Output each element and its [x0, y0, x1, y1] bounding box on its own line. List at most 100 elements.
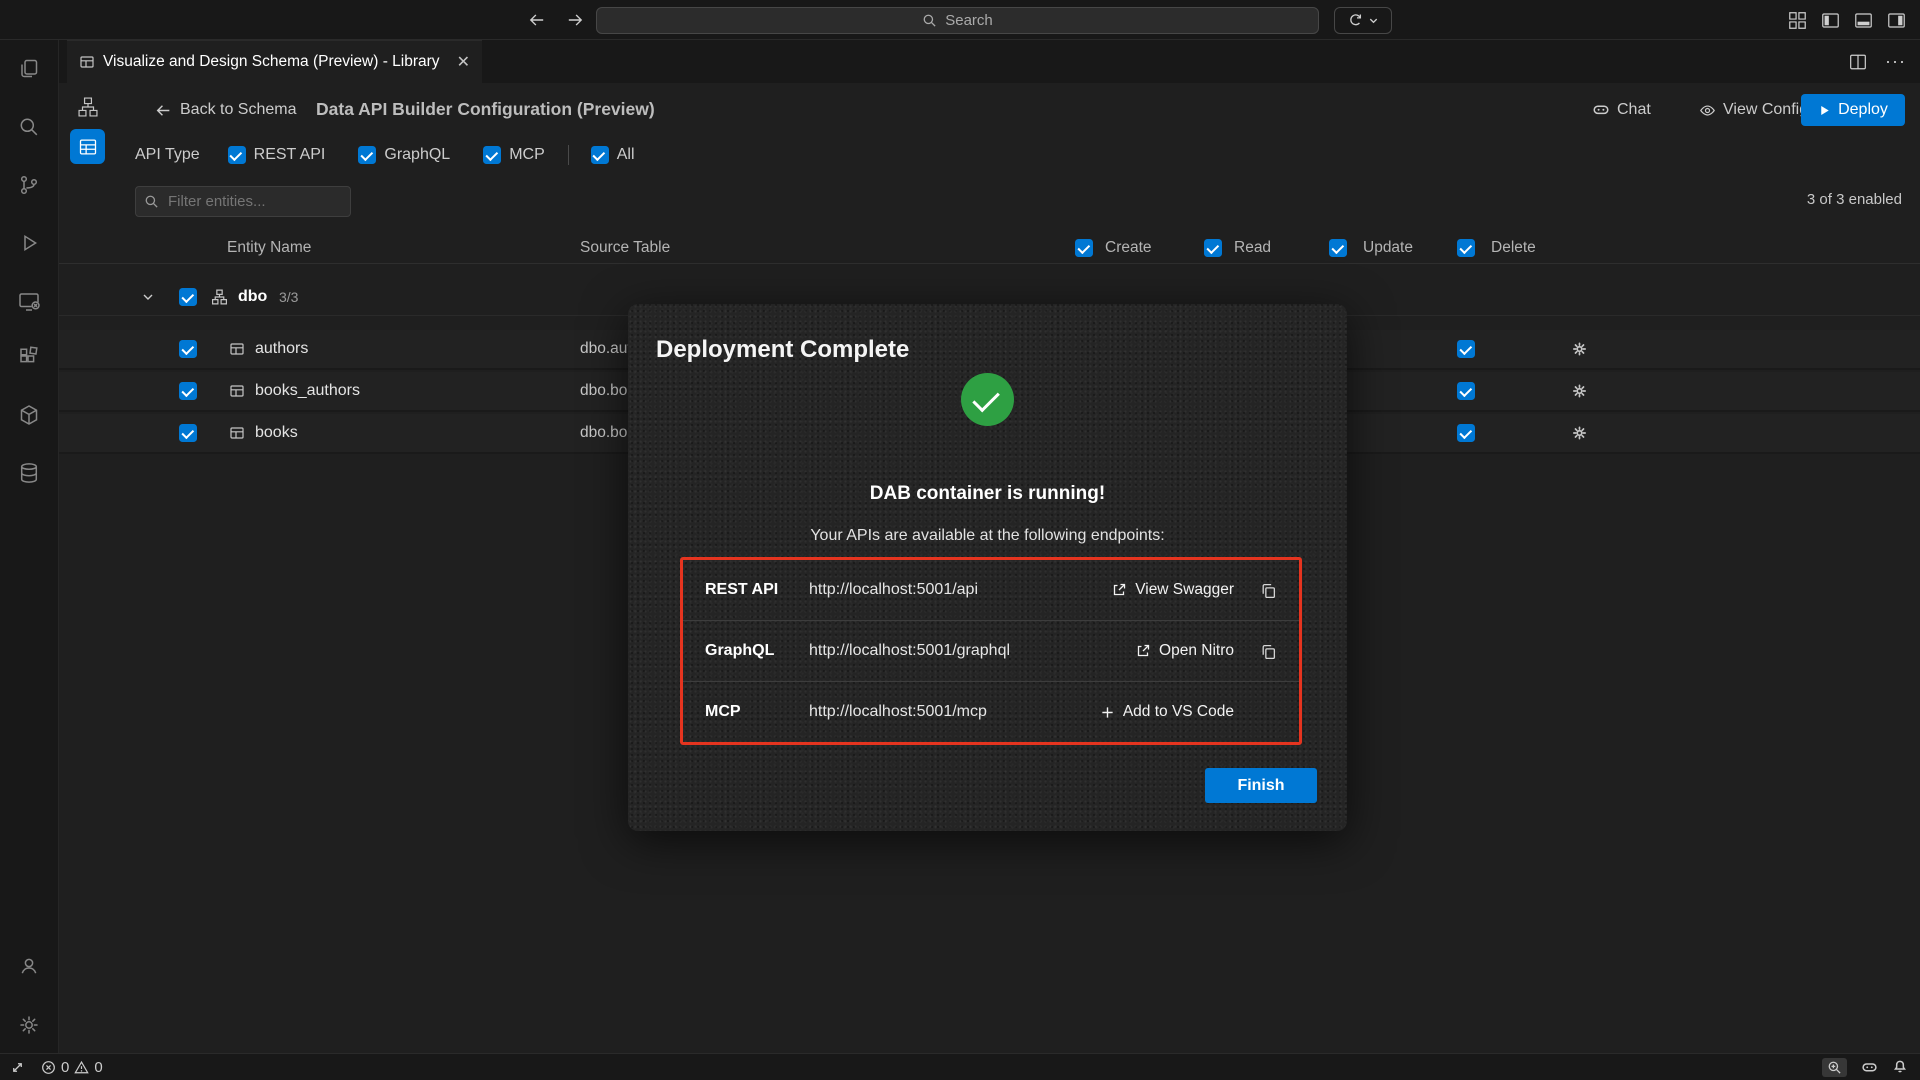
tab-label: Visualize and Design Schema (Preview) - …: [103, 53, 449, 71]
create-column-checkbox[interactable]: [1075, 239, 1093, 257]
remote-explorer-error-icon[interactable]: [16, 288, 42, 314]
endpoint-label: GraphQL: [705, 642, 809, 660]
group-select-checkbox[interactable]: [179, 288, 197, 306]
toggle-secondary-sidebar-icon[interactable]: [1887, 11, 1906, 30]
success-check-icon: [961, 373, 1014, 426]
settings-gear-icon[interactable]: [16, 1012, 42, 1038]
chevron-expand-icon[interactable]: [140, 289, 156, 305]
cube-projects-icon[interactable]: [16, 402, 42, 428]
endpoint-action-label: View Swagger: [1135, 581, 1234, 599]
dialog-status-heading: DAB container is running!: [628, 483, 1347, 505]
read-column-checkbox[interactable]: [1204, 239, 1222, 257]
problems-indicator[interactable]: 0 0: [41, 1059, 103, 1076]
divider: [568, 145, 569, 165]
add-to-vscode-button[interactable]: Add to VS Code: [1100, 703, 1234, 721]
source-control-icon[interactable]: [16, 172, 42, 198]
external-link-icon: [1111, 582, 1127, 598]
table-icon: [229, 425, 245, 441]
nav-back-icon[interactable]: [528, 11, 546, 29]
row-delete-checkbox[interactable]: [1457, 340, 1475, 358]
extensions-icon[interactable]: [16, 344, 42, 370]
row-delete-checkbox[interactable]: [1457, 382, 1475, 400]
row-settings-gear-icon[interactable]: [1571, 425, 1588, 442]
mcp-label: MCP: [509, 146, 545, 164]
view-swagger-button[interactable]: View Swagger: [1111, 581, 1234, 599]
chat-label: Chat: [1617, 101, 1651, 119]
more-actions-icon[interactable]: ···: [1885, 51, 1906, 72]
deploy-button[interactable]: Deploy: [1801, 94, 1905, 126]
customize-layout-icon[interactable]: [1788, 11, 1807, 30]
col-source-table: Source Table: [580, 239, 670, 257]
schema-diagram-icon[interactable]: [77, 96, 99, 118]
deploy-label: Deploy: [1838, 101, 1888, 119]
plus-icon: [1100, 705, 1115, 720]
row-settings-gear-icon[interactable]: [1571, 341, 1588, 358]
chevron-down-icon: [1368, 15, 1379, 26]
group-count: 3/3: [279, 289, 298, 305]
arrow-left-icon: [155, 102, 172, 119]
error-icon: [41, 1060, 56, 1075]
pages-icon[interactable]: [16, 56, 42, 82]
toggle-sidebar-icon[interactable]: [1821, 11, 1840, 30]
back-to-schema-label: Back to Schema: [180, 101, 297, 119]
col-entity-name: Entity Name: [227, 239, 311, 257]
update-column-checkbox[interactable]: [1329, 239, 1347, 257]
col-update: Update: [1363, 239, 1413, 257]
row-settings-gear-icon[interactable]: [1571, 383, 1588, 400]
open-nitro-button[interactable]: Open Nitro: [1135, 642, 1234, 660]
tab-visualize-design-schema[interactable]: Visualize and Design Schema (Preview) - …: [67, 40, 482, 83]
all-label: All: [617, 146, 635, 164]
search-sidebar-icon[interactable]: [16, 114, 42, 140]
zoom-status-item[interactable]: [1822, 1058, 1847, 1077]
deployment-complete-dialog: Deployment Complete DAB container is run…: [628, 304, 1347, 831]
split-editor-icon[interactable]: [1849, 53, 1867, 71]
col-delete: Delete: [1491, 239, 1536, 257]
graphql-checkbox[interactable]: [358, 146, 376, 164]
layout-control-dropdown[interactable]: [1334, 7, 1392, 34]
copy-icon[interactable]: [1260, 643, 1277, 660]
tab-close-icon[interactable]: ✕: [457, 52, 470, 72]
api-type-label: API Type: [135, 146, 200, 164]
schema-designer-tab-icon: [79, 54, 95, 70]
filter-entities-input[interactable]: [135, 186, 351, 217]
search-icon: [922, 13, 937, 28]
delete-column-checkbox[interactable]: [1457, 239, 1475, 257]
remote-indicator-icon[interactable]: [10, 1060, 25, 1075]
toggle-panel-icon[interactable]: [1854, 11, 1873, 30]
warning-count: 0: [94, 1059, 102, 1076]
endpoint-label: MCP: [705, 703, 809, 721]
table-icon: [229, 383, 245, 399]
finish-button[interactable]: Finish: [1205, 768, 1317, 803]
back-to-schema-button[interactable]: Back to Schema: [155, 96, 297, 124]
chat-button[interactable]: Chat: [1592, 96, 1651, 124]
row-delete-checkbox[interactable]: [1457, 424, 1475, 442]
all-checkbox[interactable]: [591, 146, 609, 164]
status-bar: 0 0: [0, 1053, 1920, 1080]
graphql-label: GraphQL: [384, 146, 450, 164]
layout-control-icon: [1348, 13, 1363, 28]
dab-config-tool-button[interactable]: [70, 129, 105, 164]
row-select-checkbox[interactable]: [179, 424, 197, 442]
row-select-checkbox[interactable]: [179, 382, 197, 400]
endpoint-action-label: Add to VS Code: [1123, 703, 1234, 721]
warning-icon: [74, 1060, 89, 1075]
nav-forward-icon[interactable]: [566, 11, 584, 29]
search-placeholder: Search: [945, 12, 993, 29]
view-config-button[interactable]: View Config: [1699, 96, 1808, 124]
copilot-status-icon[interactable]: [1861, 1059, 1878, 1076]
row-select-checkbox[interactable]: [179, 340, 197, 358]
copy-icon[interactable]: [1260, 582, 1277, 599]
command-center-search[interactable]: Search: [596, 7, 1319, 34]
dialog-subheading: Your APIs are available at the following…: [628, 527, 1347, 545]
activity-bar: [0, 40, 59, 1053]
run-debug-icon[interactable]: [16, 230, 42, 256]
copilot-icon: [1592, 101, 1610, 119]
endpoint-url: http://localhost:5001/mcp: [809, 703, 1100, 721]
database-icon[interactable]: [16, 460, 42, 486]
col-create: Create: [1105, 239, 1152, 257]
notifications-bell-icon[interactable]: [1892, 1059, 1908, 1075]
mcp-checkbox[interactable]: [483, 146, 501, 164]
entity-name: books_authors: [255, 382, 360, 400]
rest-api-checkbox[interactable]: [228, 146, 246, 164]
account-icon[interactable]: [16, 953, 42, 979]
